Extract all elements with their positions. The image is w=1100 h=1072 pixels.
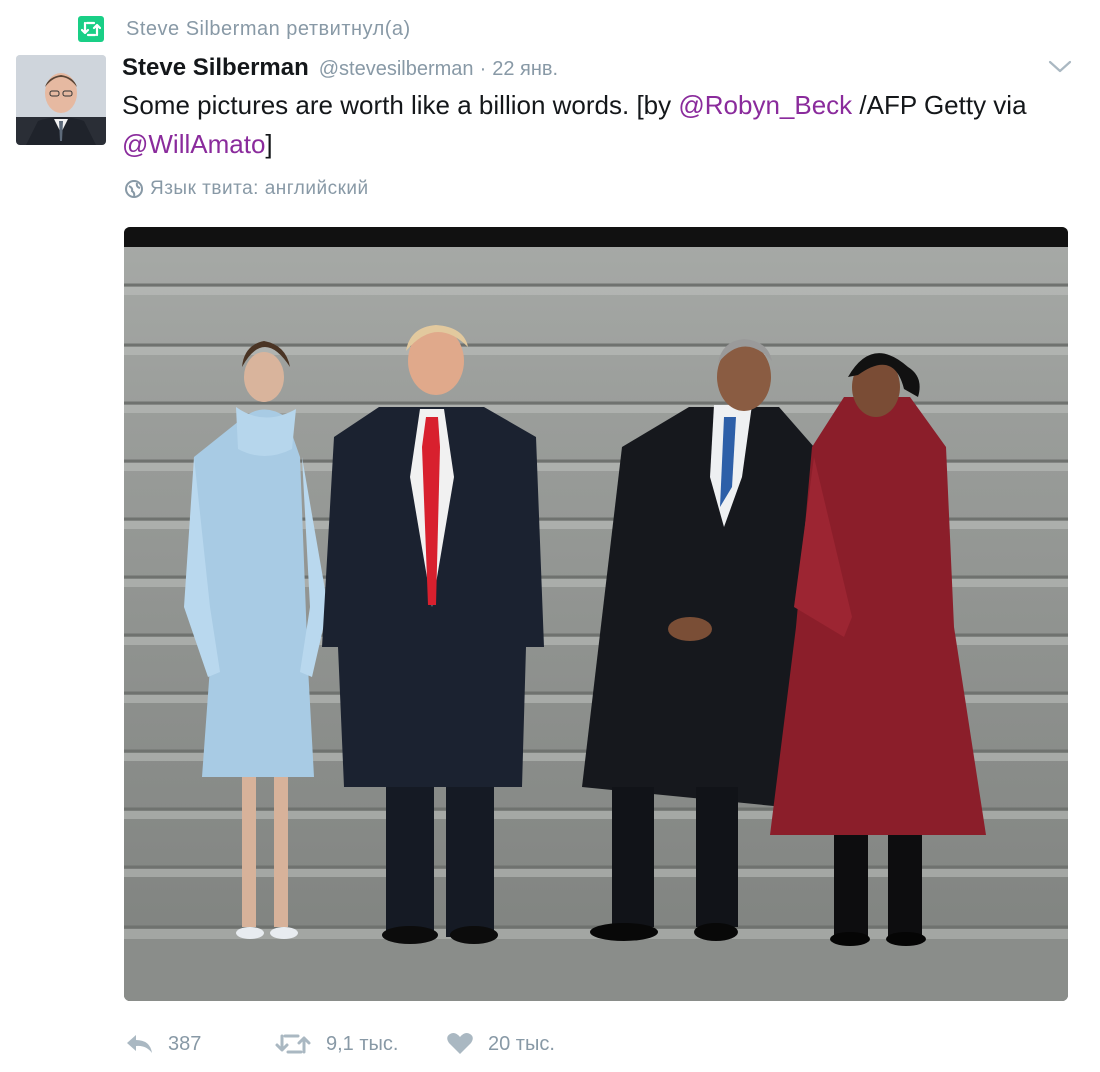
retweet-icon xyxy=(275,1034,311,1054)
tweet-text-part: Some pictures are worth like a billion w… xyxy=(122,90,679,120)
reply-count: 387 xyxy=(168,1032,202,1055)
retweet-context: Steve Silberman ретвитнул(а) xyxy=(78,15,411,43)
tweet-text-part: /AFP Getty via xyxy=(852,90,1027,120)
reply-button[interactable]: 387 xyxy=(124,1032,274,1056)
avatar[interactable] xyxy=(16,55,106,145)
chevron-down-icon[interactable] xyxy=(1046,56,1074,78)
timestamp[interactable]: 22 янв. xyxy=(492,58,558,81)
tweet-header: Steve Silberman @stevesilberman · 22 янв… xyxy=(122,54,558,82)
photo-image xyxy=(124,227,1068,1001)
globe-icon xyxy=(125,180,143,198)
author-handle[interactable]: @stevesilberman xyxy=(319,58,474,81)
retweet-button[interactable]: 9,1 тыс. xyxy=(274,1032,446,1056)
reply-icon xyxy=(127,1035,152,1053)
tweet-actions: 387 9,1 тыс. 20 тыс. xyxy=(124,1026,555,1062)
tweet-text: Some pictures are worth like a billion w… xyxy=(122,86,1072,164)
tweet-photo[interactable] xyxy=(124,227,1068,1001)
mention-robyn-beck[interactable]: @Robyn_Beck xyxy=(678,90,852,120)
mention-willamato[interactable]: @WillAmato xyxy=(122,129,265,159)
like-count: 20 тыс. xyxy=(488,1032,555,1055)
separator-dot: · xyxy=(479,58,487,80)
author-name[interactable]: Steve Silberman xyxy=(122,54,309,82)
retweet-icon xyxy=(78,16,104,42)
language-label: Язык твита: английский xyxy=(150,178,369,199)
retweeted-by-label[interactable]: Steve Silberman ретвитнул(а) xyxy=(126,18,411,41)
heart-icon xyxy=(447,1033,473,1054)
like-button[interactable]: 20 тыс. xyxy=(446,1032,555,1056)
tweet-language[interactable]: Язык твита: английский xyxy=(124,178,369,200)
retweet-count: 9,1 тыс. xyxy=(326,1032,399,1055)
tweet-text-part: ] xyxy=(265,129,273,159)
